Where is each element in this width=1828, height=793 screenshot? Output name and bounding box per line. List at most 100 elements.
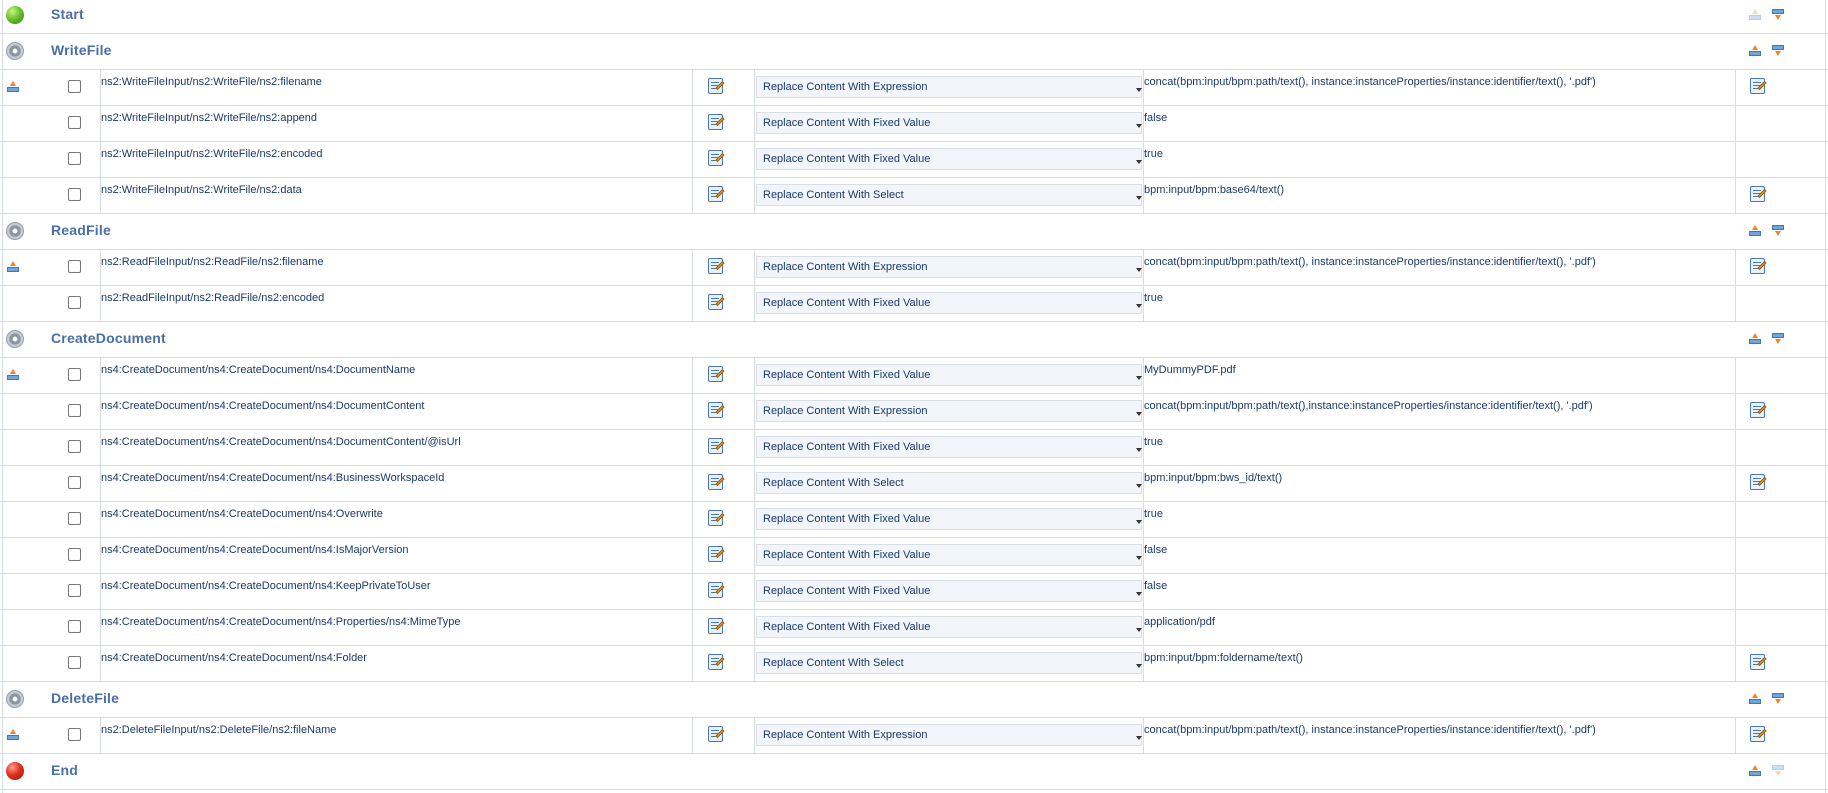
- edit-value-icon[interactable]: [1750, 258, 1767, 275]
- mapping-value: bpm:input/bpm:foldername/text(): [1144, 652, 1303, 664]
- column-divider: [100, 718, 101, 754]
- row-select-checkbox[interactable]: [68, 584, 81, 597]
- move-down-icon[interactable]: [1771, 43, 1785, 57]
- move-down-icon[interactable]: [1771, 763, 1785, 777]
- mapping-value: concat(bpm:input/bpm:path/text(), instan…: [1144, 256, 1596, 268]
- target-xpath: ns2:WriteFileInput/ns2:WriteFile/ns2:dat…: [101, 184, 302, 196]
- mapping-mode-select[interactable]: Replace Content With Expression: [756, 724, 1142, 746]
- mapping-mode-select[interactable]: Replace Content With Fixed Value: [756, 436, 1142, 458]
- section-header-start: Start: [0, 0, 1828, 34]
- mapping-row: ns4:CreateDocument/ns4:CreateDocument/ns…: [0, 646, 1828, 682]
- move-down-icon[interactable]: [1771, 223, 1785, 237]
- move-up-icon[interactable]: [1748, 331, 1762, 345]
- mapping-mode-select[interactable]: Replace Content With Expression: [756, 256, 1142, 278]
- edit-xpath-icon[interactable]: [708, 726, 725, 743]
- insert-row-icon[interactable]: [6, 727, 20, 741]
- row-select-checkbox[interactable]: [68, 548, 81, 561]
- edit-xpath-icon[interactable]: [708, 186, 725, 203]
- row-select-checkbox[interactable]: [68, 512, 81, 525]
- row-select-checkbox[interactable]: [68, 80, 81, 93]
- chevron-down-icon[interactable]: [1136, 628, 1142, 632]
- chevron-down-icon[interactable]: [1136, 304, 1142, 308]
- chevron-down-icon[interactable]: [1136, 520, 1142, 524]
- mapping-mode-select[interactable]: Replace Content With Select: [756, 184, 1142, 206]
- row-select-checkbox[interactable]: [68, 188, 81, 201]
- row-select-checkbox[interactable]: [68, 728, 81, 741]
- chevron-down-icon[interactable]: [1136, 664, 1142, 668]
- edit-xpath-icon[interactable]: [708, 510, 725, 527]
- mapping-mode-select[interactable]: Replace Content With Fixed Value: [756, 508, 1142, 530]
- move-down-icon[interactable]: [1771, 7, 1785, 21]
- edit-value-icon[interactable]: [1750, 474, 1767, 491]
- edit-value-icon[interactable]: [1750, 78, 1767, 95]
- chevron-down-icon[interactable]: [1136, 736, 1142, 740]
- edit-xpath-icon[interactable]: [708, 150, 725, 167]
- mapping-mode-select[interactable]: Replace Content With Select: [756, 652, 1142, 674]
- edit-xpath-icon[interactable]: [708, 654, 725, 671]
- column-divider: [1735, 358, 1736, 682]
- edit-xpath-icon[interactable]: [708, 474, 725, 491]
- edit-xpath-icon[interactable]: [708, 582, 725, 599]
- column-divider: [100, 250, 101, 322]
- chevron-down-icon[interactable]: [1136, 592, 1142, 596]
- move-up-icon[interactable]: [1748, 763, 1762, 777]
- mapping-mode-select[interactable]: Replace Content With Expression: [756, 76, 1142, 98]
- edit-xpath-icon[interactable]: [708, 114, 725, 131]
- edit-xpath-icon[interactable]: [708, 258, 725, 275]
- chevron-down-icon[interactable]: [1136, 484, 1142, 488]
- mapping-mode-select[interactable]: Replace Content With Select: [756, 472, 1142, 494]
- chevron-down-icon[interactable]: [1136, 448, 1142, 452]
- chevron-down-icon[interactable]: [1136, 196, 1142, 200]
- row-select-checkbox[interactable]: [68, 440, 81, 453]
- insert-row-icon[interactable]: [6, 259, 20, 273]
- row-select-checkbox[interactable]: [68, 620, 81, 633]
- mapping-row: ns4:CreateDocument/ns4:CreateDocument/ns…: [0, 574, 1828, 610]
- mapping-mode-select[interactable]: Replace Content With Fixed Value: [756, 292, 1142, 314]
- edit-xpath-icon[interactable]: [708, 438, 725, 455]
- column-divider: [754, 70, 755, 214]
- chevron-down-icon[interactable]: [1136, 376, 1142, 380]
- edit-xpath-icon[interactable]: [708, 618, 725, 635]
- edit-value-icon[interactable]: [1750, 186, 1767, 203]
- row-select-checkbox[interactable]: [68, 656, 81, 669]
- edit-xpath-icon[interactable]: [708, 546, 725, 563]
- mapping-value: MyDummyPDF.pdf: [1144, 364, 1236, 376]
- mapping-mode-select[interactable]: Replace Content With Fixed Value: [756, 148, 1142, 170]
- row-select-checkbox[interactable]: [68, 296, 81, 309]
- mapping-mode-select[interactable]: Replace Content With Expression: [756, 400, 1142, 422]
- chevron-down-icon[interactable]: [1136, 160, 1142, 164]
- row-select-checkbox[interactable]: [68, 260, 81, 273]
- mapping-mode-select[interactable]: Replace Content With Fixed Value: [756, 112, 1142, 134]
- insert-row-icon[interactable]: [6, 367, 20, 381]
- row-select-checkbox[interactable]: [68, 368, 81, 381]
- edit-xpath-icon[interactable]: [708, 402, 725, 419]
- edit-value-icon[interactable]: [1750, 726, 1767, 743]
- row-select-checkbox[interactable]: [68, 404, 81, 417]
- row-select-checkbox[interactable]: [68, 116, 81, 129]
- move-down-icon[interactable]: [1771, 331, 1785, 345]
- chevron-down-icon[interactable]: [1136, 412, 1142, 416]
- mapping-value: concat(bpm:input/bpm:path/text(),instanc…: [1144, 400, 1593, 412]
- edit-xpath-icon[interactable]: [708, 294, 725, 311]
- mapping-mode-select[interactable]: Replace Content With Fixed Value: [756, 616, 1142, 638]
- chevron-down-icon[interactable]: [1136, 88, 1142, 92]
- move-up-icon[interactable]: [1748, 43, 1762, 57]
- edit-value-icon[interactable]: [1750, 402, 1767, 419]
- edit-xpath-icon[interactable]: [708, 366, 725, 383]
- column-divider: [1735, 718, 1736, 754]
- mapping-mode-select[interactable]: Replace Content With Fixed Value: [756, 364, 1142, 386]
- mapping-mode-select[interactable]: Replace Content With Fixed Value: [756, 544, 1142, 566]
- insert-row-icon[interactable]: [6, 79, 20, 93]
- move-up-icon[interactable]: [1748, 223, 1762, 237]
- chevron-down-icon[interactable]: [1136, 268, 1142, 272]
- chevron-down-icon[interactable]: [1136, 556, 1142, 560]
- edit-value-icon[interactable]: [1750, 654, 1767, 671]
- chevron-down-icon[interactable]: [1136, 124, 1142, 128]
- row-select-checkbox[interactable]: [68, 152, 81, 165]
- move-up-icon[interactable]: [1748, 7, 1762, 21]
- edit-xpath-icon[interactable]: [708, 78, 725, 95]
- move-up-icon[interactable]: [1748, 691, 1762, 705]
- mapping-mode-select[interactable]: Replace Content With Fixed Value: [756, 580, 1142, 602]
- move-down-icon[interactable]: [1771, 691, 1785, 705]
- row-select-checkbox[interactable]: [68, 476, 81, 489]
